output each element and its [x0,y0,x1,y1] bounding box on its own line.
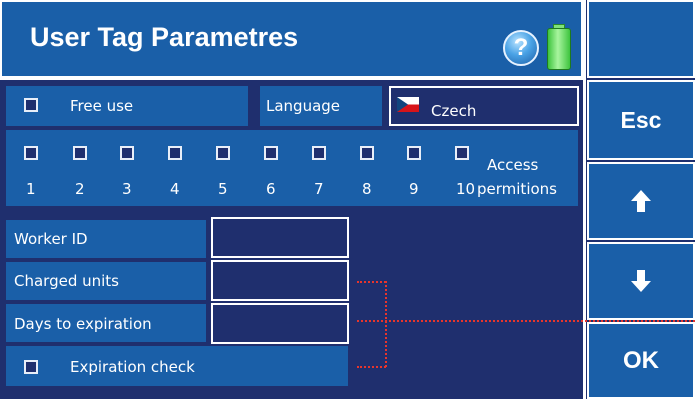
permission-7-label: 7 [314,180,324,198]
permission-3-checkbox[interactable] [120,146,134,160]
arrow-down-icon [631,270,651,292]
permission-4-checkbox[interactable] [168,146,182,160]
permission-3-label: 3 [122,180,132,198]
permission-5-label: 5 [218,180,228,198]
permission-4-label: 4 [170,180,180,198]
charged-units-connector [357,281,386,283]
permission-1-label: 1 [26,180,36,198]
esc-button-label: Esc [620,106,662,133]
battery-icon [547,24,571,70]
page-title: User Tag Parametres [30,22,299,52]
worker-id-input[interactable] [211,217,349,258]
language-label: Language [266,97,341,115]
expiration-check-connector [357,366,386,368]
permission-10-checkbox[interactable] [455,146,469,160]
days-to-expiration-connector [357,320,695,322]
czech-flag-icon [397,97,419,112]
up-button[interactable] [587,162,695,240]
expiration-check-checkbox[interactable] [24,360,38,374]
permission-2-label: 2 [75,180,85,198]
permission-5-checkbox[interactable] [216,146,230,160]
connector-vertical [385,281,387,367]
permission-6-checkbox[interactable] [264,146,278,160]
permitions-label: permitions [477,180,557,198]
permission-6-label: 6 [266,180,276,198]
ok-button[interactable]: OK [587,322,695,399]
expiration-check-label: Expiration check [70,358,195,376]
charged-units-input[interactable] [211,260,349,301]
arrow-up-icon [631,190,651,212]
worker-id-label: Worker ID [14,230,88,248]
charged-units-label: Charged units [14,272,119,290]
permission-9-label: 9 [409,180,419,198]
esc-button[interactable]: Esc [587,80,695,160]
permission-2-checkbox[interactable] [73,146,87,160]
help-icon[interactable]: ? [503,30,539,66]
ok-button-label: OK [623,346,659,374]
permission-1-checkbox[interactable] [24,146,38,160]
days-to-expiration-label: Days to expiration [14,315,152,333]
permission-10-label: 10 [456,180,476,198]
blank-button [587,0,695,78]
free-use-label: Free use [70,97,134,115]
access-label: Access [487,156,539,174]
language-value: Czech [431,102,477,120]
down-button[interactable] [587,242,695,320]
permission-8-checkbox[interactable] [360,146,374,160]
permission-7-checkbox[interactable] [312,146,326,160]
permission-8-label: 8 [362,180,372,198]
days-to-expiration-input[interactable] [211,303,349,344]
free-use-checkbox[interactable] [24,98,38,112]
permission-9-checkbox[interactable] [407,146,421,160]
